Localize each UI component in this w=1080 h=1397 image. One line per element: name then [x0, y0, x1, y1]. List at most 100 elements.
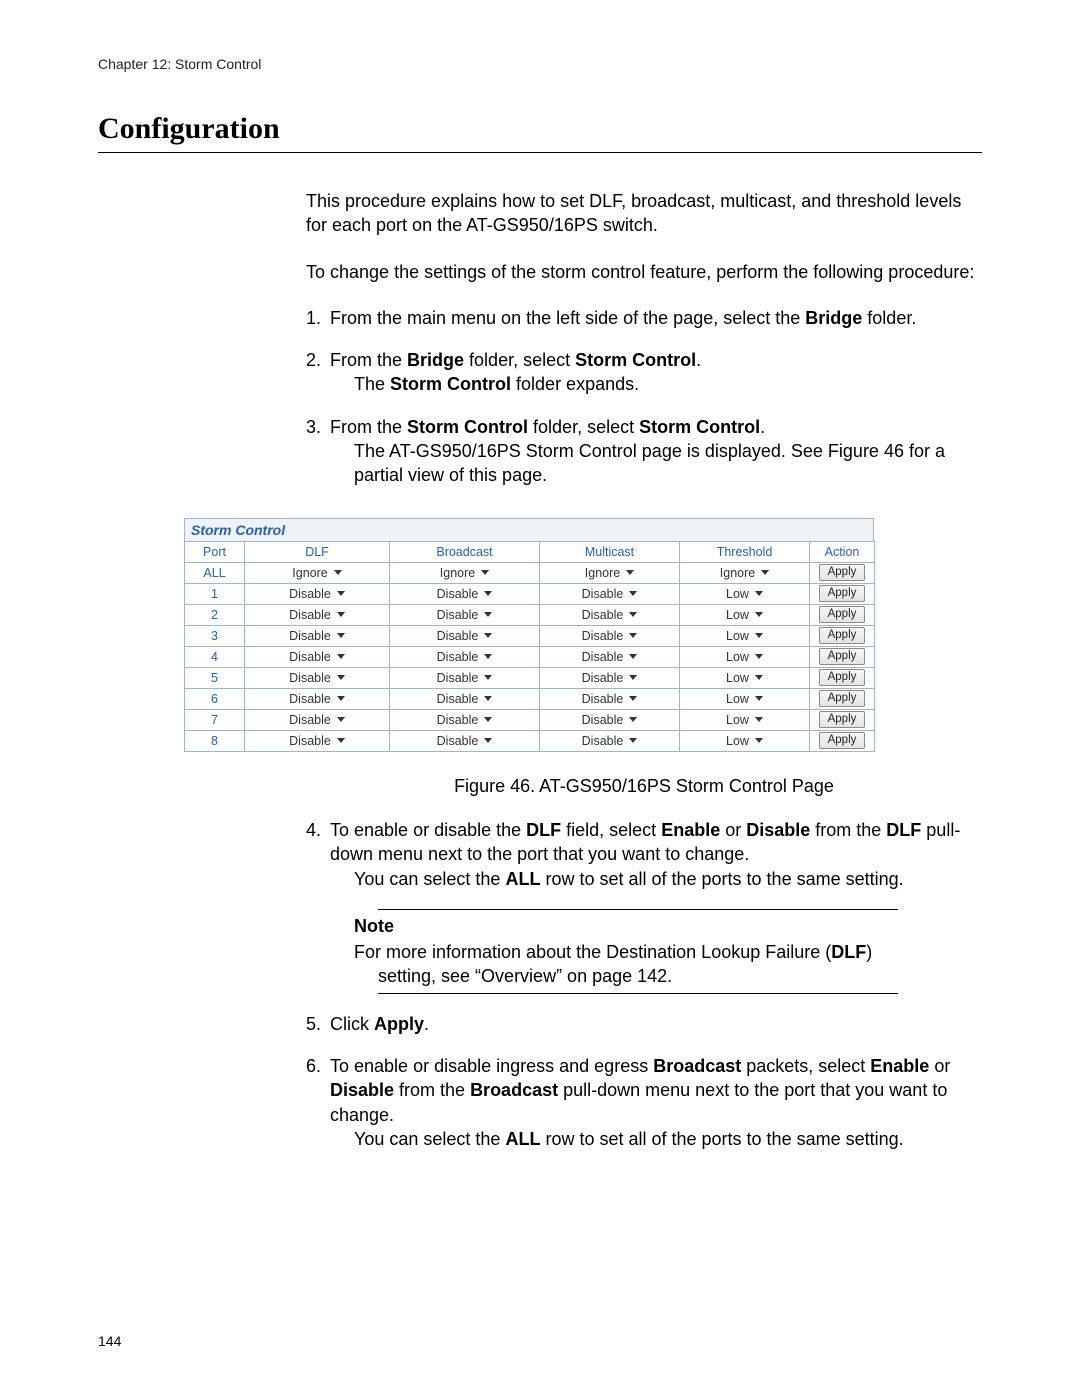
note-label: Note [378, 914, 898, 938]
dlf-cell: Ignore [245, 562, 390, 583]
apply-button[interactable]: Apply [819, 585, 866, 602]
multicast-dropdown[interactable]: Disable [579, 671, 641, 685]
threshold-dropdown[interactable]: Low [714, 671, 776, 685]
dlf-dropdown[interactable]: Disable [286, 671, 348, 685]
apply-button[interactable]: Apply [819, 606, 866, 623]
dlf-dropdown[interactable]: Disable [286, 587, 348, 601]
multicast-dropdown[interactable]: Disable [579, 608, 641, 622]
multicast-cell: Disable [540, 688, 680, 709]
broadcast-cell: Disable [390, 583, 540, 604]
dropdown-value: Disable [289, 608, 331, 622]
broadcast-dropdown[interactable]: Disable [434, 692, 496, 706]
dlf-dropdown[interactable]: Ignore [286, 566, 348, 580]
threshold-dropdown[interactable]: Ignore [714, 566, 776, 580]
multicast-cell: Disable [540, 583, 680, 604]
chevron-down-icon [484, 696, 492, 701]
chevron-down-icon [755, 612, 763, 617]
broadcast-dropdown[interactable]: Disable [434, 734, 496, 748]
text-bold: DLF [526, 820, 561, 840]
broadcast-dropdown[interactable]: Disable [434, 671, 496, 685]
broadcast-dropdown[interactable]: Disable [434, 713, 496, 727]
text: from the [394, 1080, 470, 1100]
action-cell: Apply [810, 604, 875, 625]
dlf-dropdown[interactable]: Disable [286, 608, 348, 622]
multicast-dropdown[interactable]: Disable [579, 587, 641, 601]
threshold-dropdown[interactable]: Low [714, 734, 776, 748]
threshold-dropdown[interactable]: Low [714, 650, 776, 664]
broadcast-cell: Disable [390, 646, 540, 667]
chevron-down-icon [755, 591, 763, 596]
broadcast-dropdown[interactable]: Disable [434, 608, 496, 622]
table-row: 8DisableDisableDisableLowApply [185, 730, 875, 751]
threshold-cell: Low [680, 646, 810, 667]
port-cell: 5 [185, 667, 245, 688]
dropdown-value: Disable [437, 608, 479, 622]
dropdown-value: Disable [582, 608, 624, 622]
threshold-dropdown[interactable]: Low [714, 587, 776, 601]
multicast-dropdown[interactable]: Disable [579, 629, 641, 643]
apply-button[interactable]: Apply [819, 564, 866, 581]
chevron-down-icon [337, 633, 345, 638]
dropdown-value: Disable [289, 692, 331, 706]
broadcast-dropdown[interactable]: Ignore [434, 566, 496, 580]
apply-button[interactable]: Apply [819, 690, 866, 707]
dropdown-value: Disable [437, 629, 479, 643]
table-row: 4DisableDisableDisableLowApply [185, 646, 875, 667]
port-cell: 3 [185, 625, 245, 646]
apply-button[interactable]: Apply [819, 627, 866, 644]
apply-button[interactable]: Apply [819, 711, 866, 728]
apply-button[interactable]: Apply [819, 648, 866, 665]
table-row: 7 Disable Disable Disable Low Apply [185, 709, 875, 730]
text: You can select the [354, 869, 505, 889]
apply-button[interactable]: Apply [819, 669, 866, 686]
col-multicast: Multicast [540, 541, 680, 562]
action-cell: Apply [810, 646, 875, 667]
multicast-dropdown[interactable]: Ignore [579, 566, 641, 580]
text: packets, select [741, 1056, 870, 1076]
broadcast-dropdown[interactable]: Disable [434, 629, 496, 643]
multicast-cell: Disable [540, 625, 680, 646]
multicast-cell: Disable [540, 646, 680, 667]
broadcast-dropdown[interactable]: Disable [434, 650, 496, 664]
text-bold: Disable [746, 820, 810, 840]
dlf-dropdown[interactable]: Disable [286, 734, 348, 748]
chevron-down-icon [481, 570, 489, 575]
port-cell: 7 [185, 709, 245, 730]
lead-paragraph: To change the settings of the storm cont… [306, 260, 982, 284]
multicast-dropdown[interactable]: Disable [579, 650, 641, 664]
text: To enable or disable ingress and egress [330, 1056, 653, 1076]
text: To enable or disable the [330, 820, 526, 840]
dlf-dropdown[interactable]: Disable [286, 713, 348, 727]
multicast-dropdown[interactable]: Disable [579, 713, 641, 727]
text: or [720, 820, 746, 840]
threshold-dropdown[interactable]: Low [714, 608, 776, 622]
text-bold: Broadcast [470, 1080, 558, 1100]
dropdown-value: Low [726, 629, 749, 643]
text-bold: Disable [330, 1080, 394, 1100]
dropdown-value: Disable [437, 587, 479, 601]
threshold-cell: Low [680, 730, 810, 751]
dropdown-value: Disable [582, 671, 624, 685]
broadcast-cell: Disable [390, 604, 540, 625]
port-cell: 6 [185, 688, 245, 709]
chevron-down-icon [484, 591, 492, 596]
threshold-dropdown[interactable]: Low [714, 713, 776, 727]
storm-control-table: Port DLF Broadcast Multicast Threshold A… [184, 541, 875, 752]
threshold-dropdown[interactable]: Low [714, 692, 776, 706]
multicast-dropdown[interactable]: Disable [579, 692, 641, 706]
apply-button[interactable]: Apply [819, 732, 866, 749]
broadcast-dropdown[interactable]: Disable [434, 587, 496, 601]
dropdown-value: Low [726, 587, 749, 601]
multicast-cell: Ignore [540, 562, 680, 583]
text: folder expands. [511, 374, 639, 394]
threshold-cell: Low [680, 625, 810, 646]
dropdown-value: Disable [582, 734, 624, 748]
table-row: 6 Disable Disable Disable Low Apply [185, 688, 875, 709]
multicast-dropdown[interactable]: Disable [579, 734, 641, 748]
dlf-dropdown[interactable]: Disable [286, 650, 348, 664]
threshold-dropdown[interactable]: Low [714, 629, 776, 643]
dlf-dropdown[interactable]: Disable [286, 692, 348, 706]
text-bold: Enable [661, 820, 720, 840]
dlf-dropdown[interactable]: Disable [286, 629, 348, 643]
chevron-down-icon [761, 570, 769, 575]
